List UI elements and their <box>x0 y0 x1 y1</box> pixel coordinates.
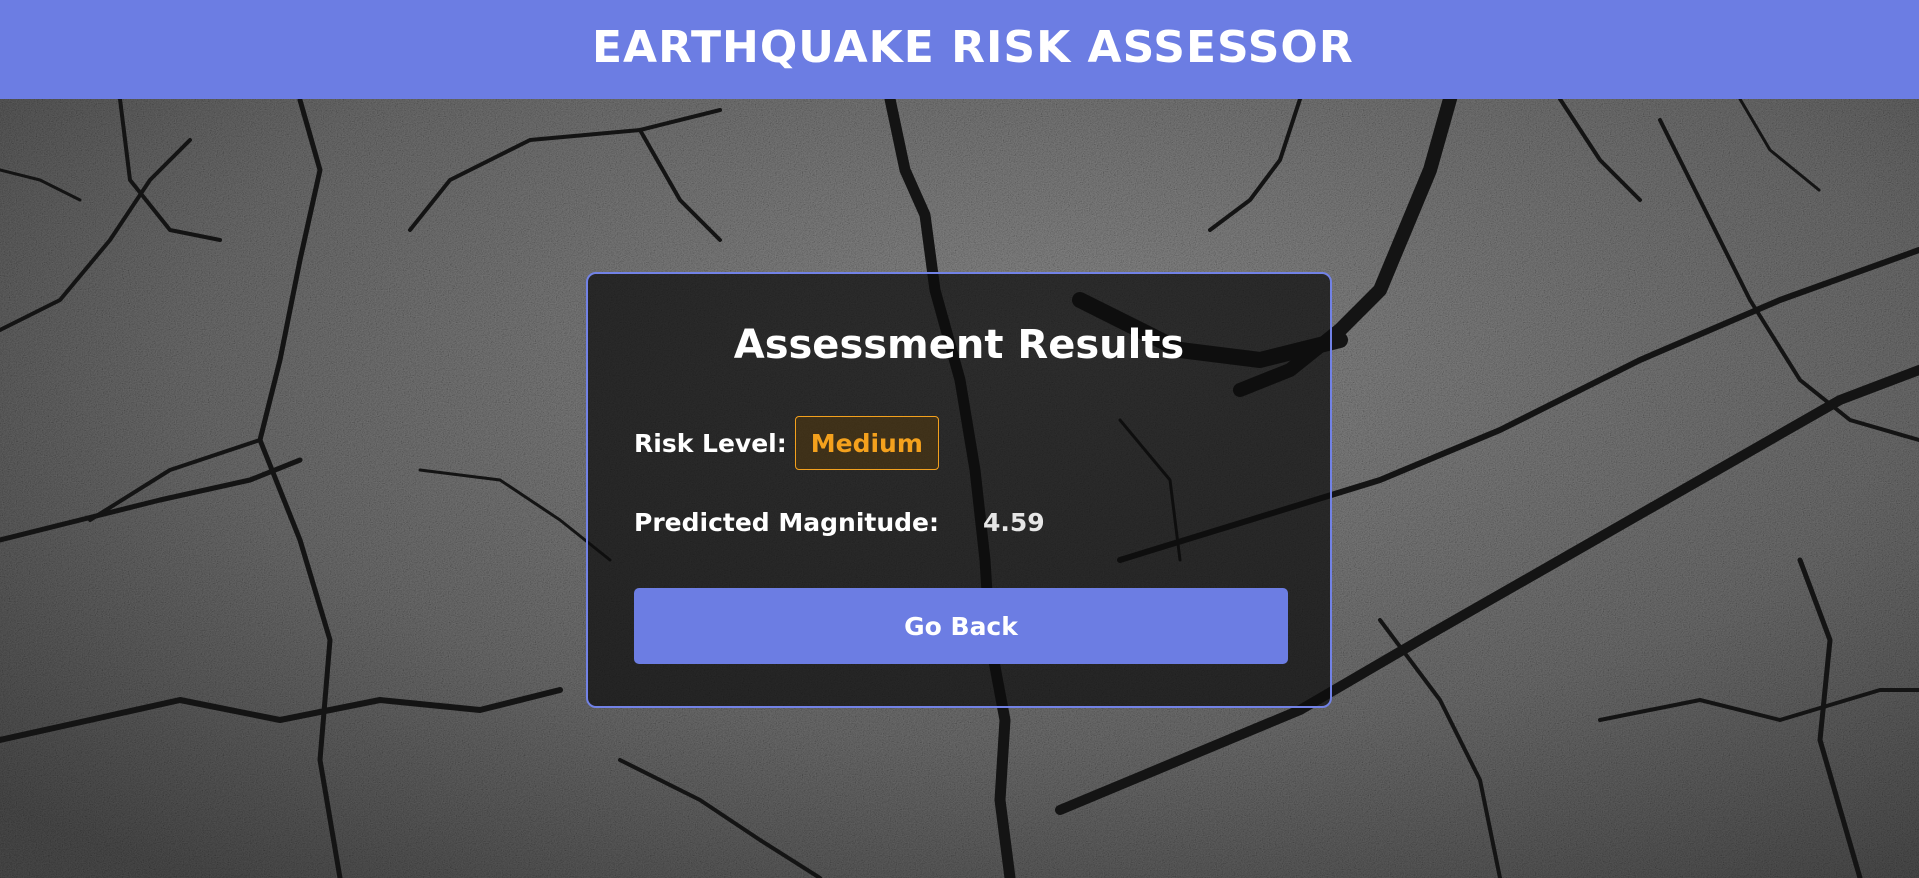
risk-level-row: Risk Level: Medium <box>634 414 939 472</box>
go-back-button[interactable]: Go Back <box>634 588 1288 664</box>
app-title: EARTHQUAKE RISK ASSESSOR <box>592 22 1354 73</box>
predicted-magnitude-row: Predicted Magnitude: 4.59 <box>634 500 1045 544</box>
predicted-magnitude-value: 4.59 <box>983 507 1045 537</box>
app-header: EARTHQUAKE RISK ASSESSOR <box>0 0 1919 99</box>
predicted-magnitude-label: Predicted Magnitude: <box>634 507 940 537</box>
risk-level-label: Risk Level: <box>634 428 787 458</box>
results-card: Assessment Results Risk Level: Medium Pr… <box>586 272 1332 708</box>
results-title: Assessment Results <box>733 322 1185 368</box>
page: EARTHQUAKE RISK ASSESSOR Assessment Resu… <box>0 0 1919 878</box>
risk-level-badge: Medium <box>794 416 939 470</box>
